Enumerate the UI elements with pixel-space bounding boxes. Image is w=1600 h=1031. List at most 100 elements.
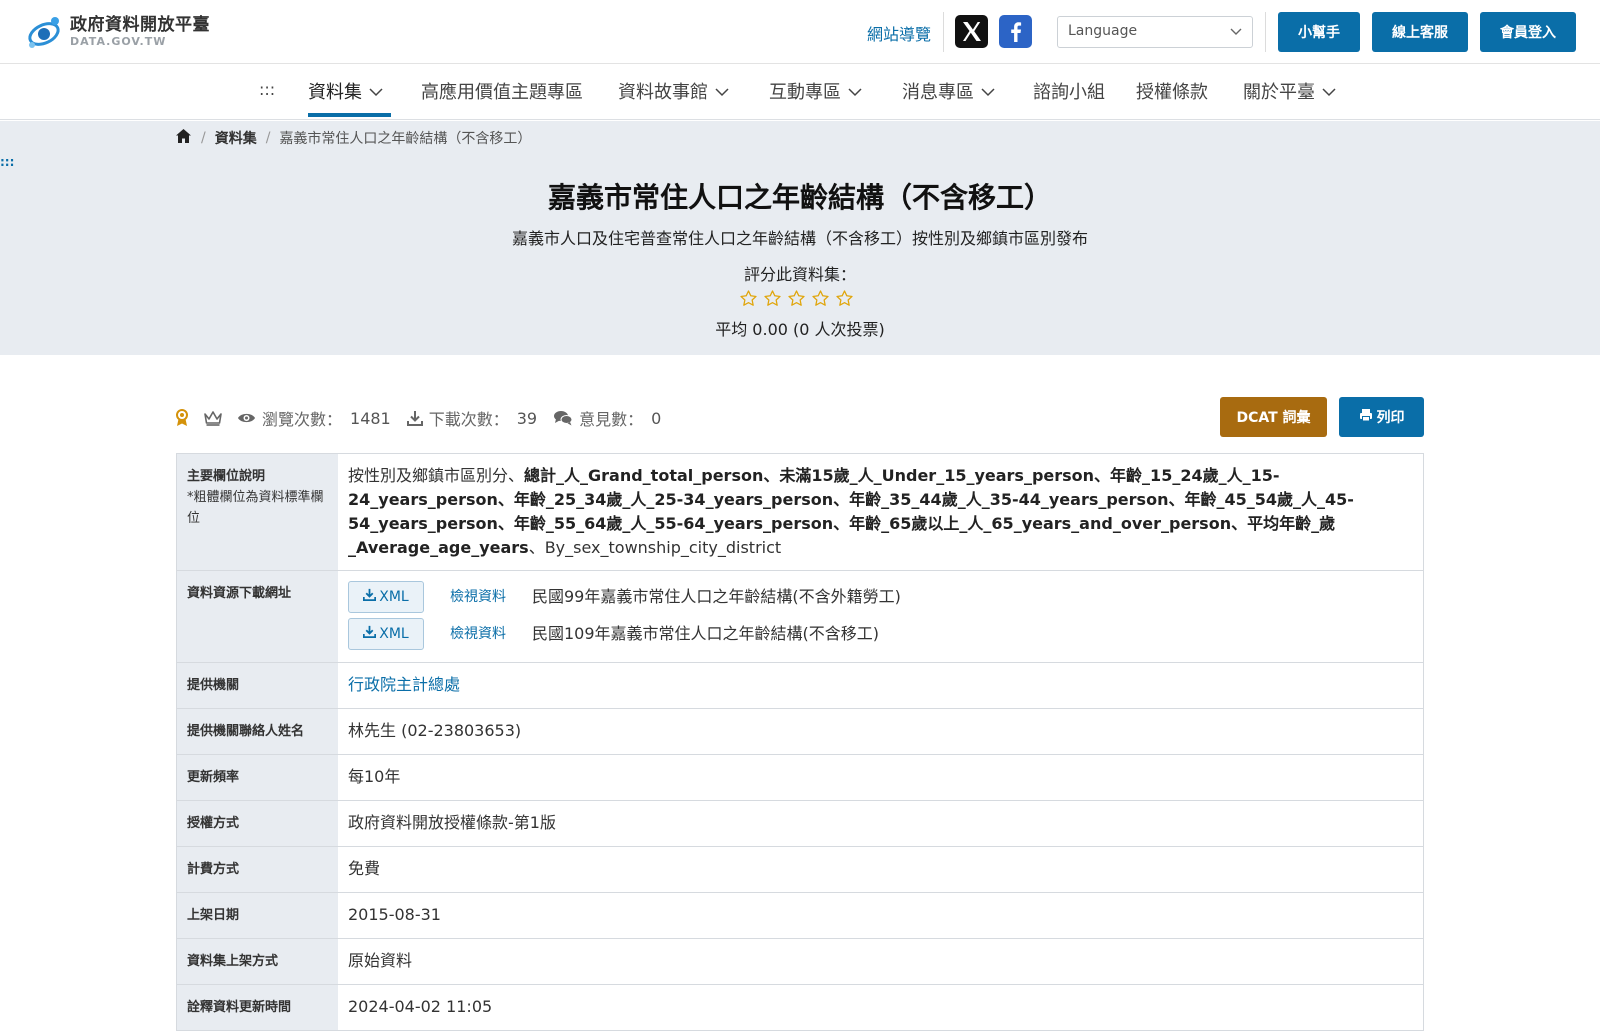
xml-download-button[interactable]: XML [348, 618, 424, 650]
comments-label: 意見數： [579, 410, 644, 429]
language-select[interactable]: Language [1057, 16, 1253, 48]
table-row: 授權方式 政府資料開放授權條款-第1版 [177, 801, 1423, 847]
printer-icon [1359, 408, 1373, 426]
table-row: 詮釋資料更新時間 2024-04-02 11:05 [177, 985, 1423, 1030]
eye-icon [237, 411, 256, 425]
fields-label: 主要欄位說明 [187, 469, 266, 484]
table-row: 主要欄位說明 *粗體欄位為資料標準欄位 按性別及鄉鎮市區別分、總計_人_Gran… [177, 454, 1423, 571]
row-value: 原始資料 [338, 939, 1423, 984]
views-count: 1481 [350, 408, 391, 428]
row-label: 主要欄位說明 *粗體欄位為資料標準欄位 [177, 454, 338, 570]
view-data-link[interactable]: 檢視資料 [450, 585, 532, 609]
resource-name: 民國99年嘉義市常住人口之年齡結構(不含外籍勞工) [532, 587, 901, 606]
chevron-down-icon [368, 81, 384, 102]
nav-item-high-value[interactable]: 高應用價值主題專區 [421, 78, 583, 104]
logo-mark-icon [24, 12, 64, 52]
row-label: 授權方式 [177, 801, 338, 846]
star-icon[interactable] [835, 289, 854, 308]
download-icon [406, 410, 423, 426]
helper-button[interactable]: 小幫手 [1278, 12, 1360, 52]
nav-item-label: 資料集 [308, 82, 362, 103]
xml-label: XML [379, 589, 409, 605]
chevron-down-icon [1321, 81, 1337, 102]
sitemap-link[interactable]: 網站導覽 [867, 21, 931, 45]
resource-item: XML 檢視資料 民國109年嘉義市常住人口之年齡結構(不含移工) [348, 618, 1413, 650]
nav-item-label: 關於平臺 [1243, 82, 1315, 103]
star-icon[interactable] [787, 289, 806, 308]
nav-item-advisory[interactable]: 諮詢小組 [1033, 78, 1105, 104]
row-value: 2015-08-31 [338, 893, 1423, 938]
download-icon [363, 622, 377, 646]
table-row: 提供機關 行政院主計總處 [177, 663, 1423, 709]
resource-name: 民國109年嘉義市常住人口之年齡結構(不含移工) [532, 624, 880, 643]
downloads-label: 下載次數： [428, 410, 509, 429]
row-label: 計費方式 [177, 847, 338, 892]
row-label: 資料集上架方式 [177, 939, 338, 984]
member-login-button[interactable]: 會員登入 [1480, 12, 1576, 52]
crown-icon [203, 410, 223, 426]
star-icon[interactable] [763, 289, 782, 308]
comments-icon [553, 410, 573, 426]
breadcrumb-current: 嘉義市常住人口之年齡結構（不含移工） [279, 131, 532, 147]
nav-item-news[interactable]: 消息專區 [902, 78, 996, 104]
rating-stars [739, 289, 854, 308]
row-value: 免費 [338, 847, 1423, 892]
nav-item-label: 資料故事館 [618, 82, 708, 103]
xml-label: XML [379, 626, 409, 642]
star-icon[interactable] [811, 289, 830, 308]
site-logo[interactable]: 政府資料開放平臺 DATA.GOV.TW [24, 12, 210, 52]
row-label: 提供機關 [177, 663, 338, 708]
fields-prefix: 按性別及鄉鎮市區別分、 [348, 466, 525, 485]
dataset-hero: / 資料集 / 嘉義市常住人口之年齡結構（不含移工） ::: 嘉義市常住人口之年… [0, 121, 1600, 355]
xml-download-button[interactable]: XML [348, 581, 424, 613]
main-nav: ::: 資料集 高應用價值主題專區 資料故事館 互動專區 消息專區 諮詢小組 授… [0, 64, 1600, 120]
views-label: 瀏覽次數： [262, 410, 343, 429]
header-divider [943, 12, 944, 52]
nav-item-data-stories[interactable]: 資料故事館 [618, 78, 730, 104]
x-twitter-icon[interactable] [955, 15, 988, 48]
page-title: 嘉義市常住人口之年齡結構（不含移工） [547, 181, 1052, 214]
dataset-stats: 瀏覽次數： 1481 下載次數： 39 意見數： 0 [175, 406, 677, 430]
breadcrumb-datasets[interactable]: 資料集 [215, 128, 257, 148]
fields-value: 按性別及鄉鎮市區別分、總計_人_Grand_total_person、未滿15歲… [338, 454, 1423, 570]
row-value: 2024-04-02 11:05 [338, 985, 1423, 1030]
resources-value: XML 檢視資料 民國99年嘉義市常住人口之年齡結構(不含外籍勞工) XML 檢… [338, 571, 1423, 662]
table-row: 資料資源下載網址 XML 檢視資料 民國99年嘉義市常住人口之年齡結構(不含外籍… [177, 571, 1423, 663]
nav-item-about[interactable]: 關於平臺 [1243, 78, 1337, 104]
row-label: 提供機關聯絡人姓名 [177, 709, 338, 754]
row-label: 上架日期 [177, 893, 338, 938]
award-icon [175, 409, 189, 427]
logo-title: 政府資料開放平臺 [70, 15, 210, 35]
comments-count: 0 [651, 408, 662, 428]
provider-link[interactable]: 行政院主計總處 [348, 675, 460, 694]
print-button[interactable]: 列印 [1339, 397, 1424, 437]
chevron-down-icon [714, 81, 730, 102]
rate-label: 評分此資料集： [743, 265, 856, 284]
nav-item-label: 高應用價值主題專區 [421, 82, 583, 103]
row-label: 詮釋資料更新時間 [177, 985, 338, 1030]
view-data-link[interactable]: 檢視資料 [450, 622, 532, 646]
header-divider [1265, 12, 1266, 52]
content-accesskey-dots[interactable]: ::: [0, 155, 14, 169]
logo-subtitle: DATA.GOV.TW [70, 35, 167, 48]
nav-item-label: 消息專區 [902, 82, 974, 103]
table-row: 資料集上架方式 原始資料 [177, 939, 1423, 985]
chevron-down-icon [847, 81, 863, 102]
online-service-button[interactable]: 線上客服 [1372, 12, 1468, 52]
nav-item-interactive[interactable]: 互動專區 [769, 78, 863, 104]
chevron-down-icon [980, 81, 996, 102]
nav-item-license[interactable]: 授權條款 [1136, 78, 1208, 104]
row-label: 更新頻率 [177, 755, 338, 800]
resource-item: XML 檢視資料 民國99年嘉義市常住人口之年齡結構(不含外籍勞工) [348, 581, 1413, 613]
facebook-icon[interactable] [999, 15, 1032, 48]
nav-item-datasets[interactable]: 資料集 [308, 78, 384, 104]
dcat-button[interactable]: DCAT 詞彙 [1220, 397, 1327, 437]
star-icon[interactable] [739, 289, 758, 308]
comments-stat: 意見數： 0 [553, 406, 661, 430]
home-icon[interactable] [175, 128, 192, 148]
nav-item-label: 諮詢小組 [1033, 82, 1105, 103]
row-value: 政府資料開放授權條款-第1版 [338, 801, 1423, 846]
print-label: 列印 [1376, 410, 1405, 426]
nav-accesskey-dots[interactable]: ::: [259, 80, 275, 99]
fields-suffix: 、By_sex_township_city_district [528, 538, 782, 557]
